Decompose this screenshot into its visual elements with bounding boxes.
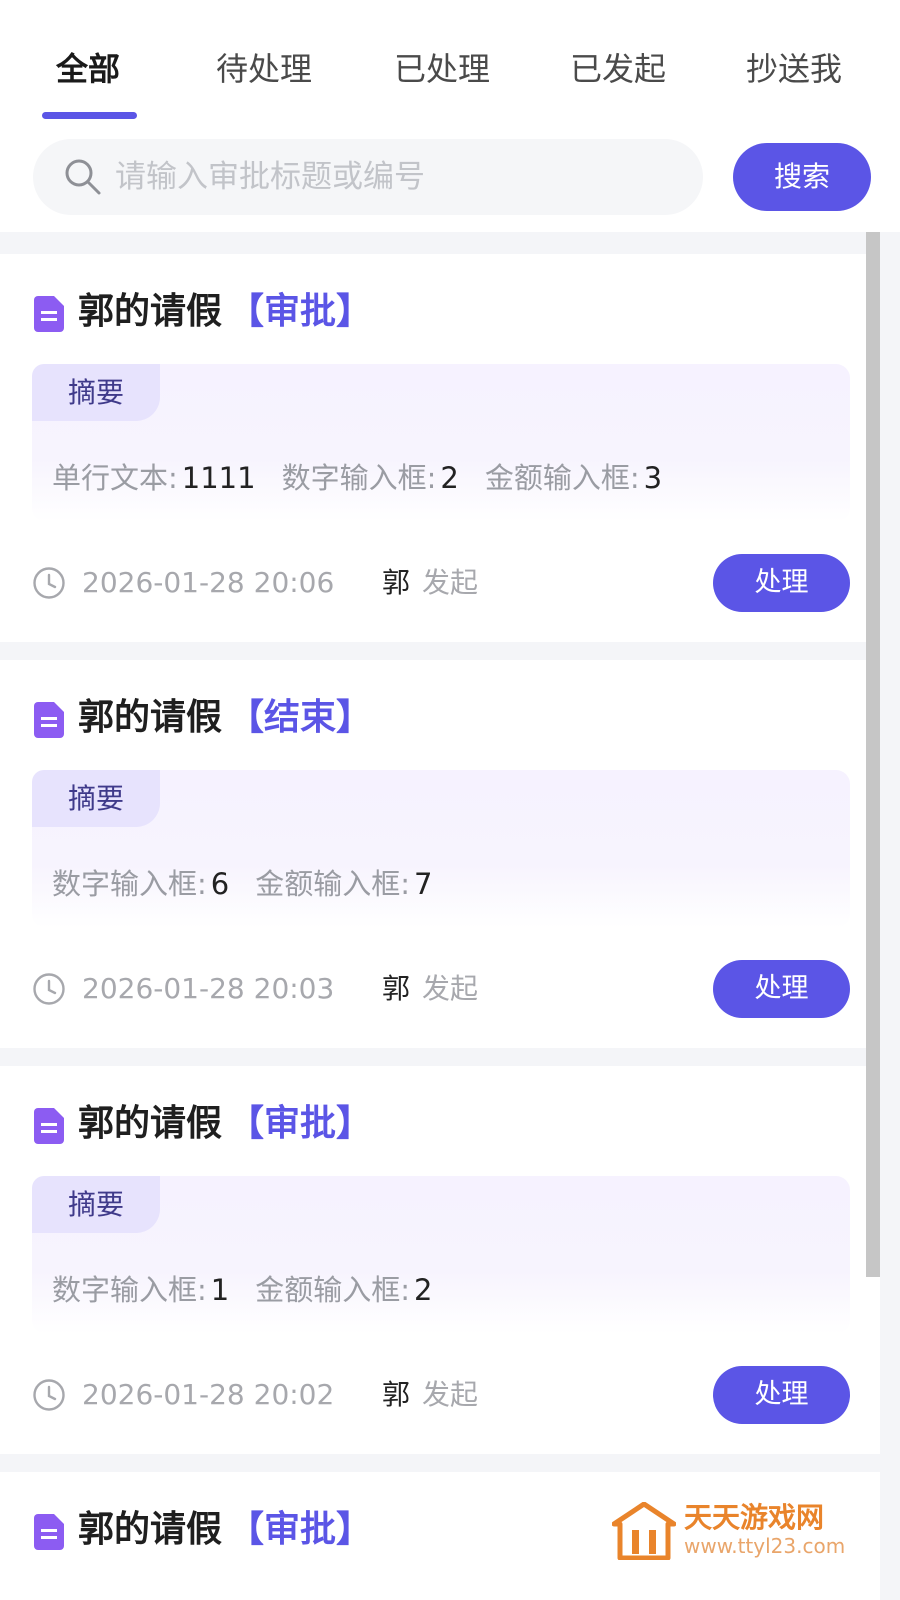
created-time: 2026-01-28 20:02 — [82, 1378, 335, 1411]
tab-pending[interactable]: 待处理 — [216, 44, 312, 90]
approval-card[interactable]: 郭的请假 【审批】 摘要 数字输入框: 1 金额输入框: 2 2026-01-28 2… — [0, 1066, 880, 1454]
card-status: 【审批】 — [228, 1509, 373, 1550]
field-value: 7 — [414, 867, 433, 901]
card-title-text: 郭的请假 — [78, 1509, 223, 1550]
search-button[interactable]: 搜索 — [733, 143, 871, 211]
summary-tag: 摘要 — [32, 1176, 160, 1233]
summary-fields: 单行文本: 1111 数字输入框: 2 金额输入框: 3 — [52, 456, 688, 500]
summary-tag: 摘要 — [32, 364, 160, 421]
field-value: 2 — [440, 461, 459, 495]
search-icon — [63, 157, 103, 197]
process-button[interactable]: 处理 — [713, 554, 850, 612]
active-tab-indicator — [42, 112, 137, 119]
created-time: 2026-01-28 20:06 — [82, 566, 335, 599]
summary-fields: 数字输入框: 6 金额输入框: 7 — [52, 862, 458, 906]
document-icon — [34, 296, 64, 332]
tab-initiated[interactable]: 已发起 — [570, 44, 666, 90]
search-input[interactable] — [115, 139, 675, 215]
approval-card[interactable]: 郭的请假 【结束】 摘要 数字输入框: 6 金额输入框: 7 2026-01-28 2… — [0, 660, 880, 1048]
card-title-text: 郭的请假 — [78, 291, 223, 332]
clock-icon — [32, 972, 66, 1006]
document-icon — [34, 702, 64, 738]
field-value: 3 — [643, 461, 663, 495]
created-time: 2026-01-28 20:03 — [82, 972, 335, 1005]
field-value: 1111 — [181, 461, 256, 495]
summary-box: 摘要 数字输入框: 6 金额输入框: 7 — [32, 770, 850, 928]
field-label: 金额输入框: — [484, 461, 640, 495]
tab-bar: 全部 待处理 已处理 已发起 抄送我 — [0, 30, 900, 120]
document-icon — [34, 1108, 64, 1144]
card-status: 【审批】 — [228, 291, 373, 332]
initiator-name: 郭 — [382, 972, 411, 1005]
clock-icon — [32, 1378, 66, 1412]
summary-fields: 数字输入框: 1 金额输入框: 2 — [52, 1268, 458, 1312]
card-title-text: 郭的请假 — [78, 1103, 223, 1144]
watermark-name: 天天游戏网 — [684, 1501, 825, 1534]
tab-processed[interactable]: 已处理 — [394, 44, 490, 90]
initiator-name: 郭 — [382, 1378, 411, 1411]
search-box[interactable] — [33, 139, 703, 215]
initiator-name: 郭 — [382, 566, 411, 599]
field-label: 数字输入框: — [52, 867, 207, 901]
field-label: 金额输入框: — [255, 1273, 411, 1307]
card-footer: 2026-01-28 20:03 郭 发起 处理 — [32, 960, 850, 1018]
tab-cc-me[interactable]: 抄送我 — [746, 44, 842, 90]
initiator-action: 发起 — [422, 566, 479, 599]
watermark: 天天游戏网 www.ttyl23.com — [611, 1496, 846, 1566]
house-logo-icon — [611, 1501, 677, 1561]
field-label: 数字输入框: — [281, 461, 437, 495]
clock-icon — [32, 566, 66, 600]
field-label: 单行文本: — [52, 461, 178, 495]
card-footer: 2026-01-28 20:06 郭 发起 处理 — [32, 554, 850, 612]
card-status: 【审批】 — [228, 1103, 373, 1144]
summary-box: 摘要 单行文本: 1111 数字输入框: 2 金额输入框: 3 — [32, 364, 850, 522]
field-label: 金额输入框: — [255, 867, 411, 901]
summary-box: 摘要 数字输入框: 1 金额输入框: 2 — [32, 1176, 850, 1334]
card-status: 【结束】 — [228, 697, 373, 738]
field-label: 数字输入框: — [52, 1273, 207, 1307]
process-button[interactable]: 处理 — [713, 960, 850, 1018]
document-icon — [34, 1514, 64, 1550]
tab-all[interactable]: 全部 — [56, 44, 120, 90]
field-value: 6 — [210, 867, 230, 901]
scrollbar[interactable] — [866, 232, 880, 1277]
initiator-action: 发起 — [422, 1378, 479, 1411]
watermark-url: www.ttyl23.com — [684, 1534, 846, 1558]
header: 全部 待处理 已处理 已发起 抄送我 搜索 — [0, 0, 900, 232]
summary-tag: 摘要 — [32, 770, 160, 827]
field-value: 2 — [414, 1273, 433, 1307]
process-button[interactable]: 处理 — [713, 1366, 850, 1424]
field-value: 1 — [210, 1273, 230, 1307]
card-footer: 2026-01-28 20:02 郭 发起 处理 — [32, 1366, 850, 1424]
initiator-action: 发起 — [422, 972, 479, 1005]
card-title-text: 郭的请假 — [78, 697, 223, 738]
approval-card[interactable]: 郭的请假 【审批】 摘要 单行文本: 1111 数字输入框: 2 金额输入框: 3 202… — [0, 254, 880, 642]
